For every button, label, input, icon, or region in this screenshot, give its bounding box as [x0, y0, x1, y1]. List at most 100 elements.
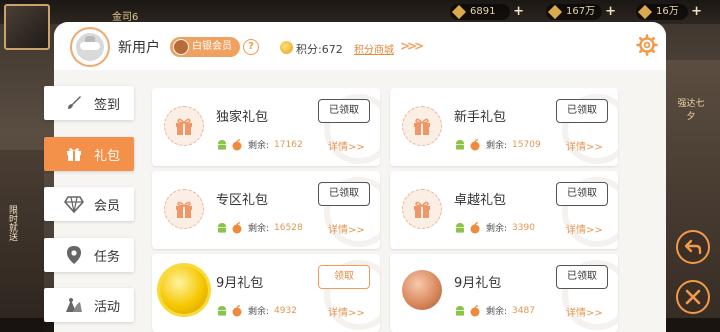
details-link[interactable]: 详情>>	[328, 304, 365, 319]
game-avatar[interactable]	[4, 4, 50, 50]
resource-counter: 6891 +	[450, 4, 524, 20]
claimed-button[interactable]: 已领取	[318, 99, 370, 123]
gift-icon	[164, 189, 204, 229]
claimed-button[interactable]: 已领取	[556, 265, 608, 289]
nav-item-vip[interactable]: 会员	[44, 187, 134, 221]
remaining-count: 17162	[274, 139, 303, 150]
gold-medal-icon	[160, 266, 208, 314]
gem-icon	[451, 4, 467, 20]
left-scene-decoration	[0, 150, 44, 332]
apple-icon	[232, 221, 242, 233]
brush-icon	[64, 93, 84, 113]
gift-icon	[402, 189, 442, 229]
add-resource-button[interactable]: +	[513, 4, 524, 20]
details-link[interactable]: 详情>>	[566, 221, 603, 236]
remaining-count: 3390	[512, 222, 535, 233]
apple-icon	[470, 221, 480, 233]
gem-icon	[547, 4, 563, 20]
gift-card: 专区礼包 已领取 剩余: 16528 详情>>	[152, 171, 380, 249]
gift-title: 专区礼包	[216, 193, 269, 208]
back-arrow-icon	[684, 239, 702, 255]
android-icon	[456, 139, 464, 150]
close-button[interactable]	[676, 280, 710, 314]
gift-card: 卓越礼包 已领取 剩余: 3390 详情>>	[390, 171, 618, 249]
claimed-button[interactable]: 已领取	[318, 182, 370, 206]
details-link[interactable]: 详情>>	[566, 138, 603, 153]
user-name: 新用户	[118, 40, 160, 56]
gear-icon[interactable]	[636, 34, 658, 56]
gift-title: 卓越礼包	[454, 193, 507, 208]
back-button[interactable]	[676, 230, 710, 264]
points-value: 积分:672	[296, 43, 343, 56]
apple-icon	[470, 138, 480, 150]
apple-icon	[232, 138, 242, 150]
platform-row: 剩余: 16528	[216, 221, 303, 234]
add-resource-button[interactable]: +	[605, 4, 616, 20]
platform-row: 剩余: 3390	[454, 221, 535, 234]
activity-icon	[64, 295, 84, 315]
gift-card: 9月礼包 领取 剩余: 4932 详情>>	[152, 254, 380, 332]
claimed-button[interactable]: 已领取	[556, 182, 608, 206]
gift-title: 9月礼包	[454, 276, 502, 291]
platform-row: 剩余: 17162	[216, 138, 303, 151]
resource-counter: 167万 +	[546, 4, 616, 20]
details-link[interactable]: 详情>>	[566, 304, 603, 319]
panel-header: 新用户 白银会员 ? 积分:672 积分商城 >>>	[54, 22, 666, 70]
nav-item-gifts[interactable]: 礼包	[44, 137, 134, 171]
remaining-label: 剩余:	[248, 307, 270, 317]
platform-row: 剩余: 15709	[454, 138, 541, 151]
android-icon	[456, 222, 464, 233]
gift-icon	[402, 106, 442, 146]
gem-icon	[637, 4, 653, 20]
coin-icon	[280, 41, 293, 54]
apple-icon	[470, 304, 480, 316]
platform-row: 剩余: 3487	[454, 304, 535, 317]
diamond-icon	[64, 194, 84, 214]
remaining-count: 16528	[274, 222, 303, 233]
gift-card: 新手礼包 已领取 剩余: 15709 详情>>	[390, 88, 618, 166]
gift-title: 独家礼包	[216, 110, 269, 125]
mall-arrows-icon: >>>	[400, 39, 424, 53]
claim-button[interactable]: 领取	[318, 265, 370, 289]
vip-medal-icon	[173, 39, 189, 55]
game-level: 金司6	[112, 12, 139, 23]
bronze-medal-icon	[402, 270, 442, 310]
apple-icon	[232, 304, 242, 316]
gift-icon	[164, 106, 204, 146]
avatar-face-icon	[76, 33, 104, 61]
gift-card: 9月礼包 已领取 剩余: 3487 详情>>	[390, 254, 618, 332]
platform-row: 剩余: 4932	[216, 304, 297, 317]
points-mall-link[interactable]: 积分商城	[354, 41, 394, 56]
android-icon	[218, 222, 226, 233]
android-icon	[456, 305, 464, 316]
right-scene-label: 强达七夕	[677, 99, 705, 122]
resource-counter: 16万 +	[636, 4, 702, 20]
remaining-count: 15709	[512, 139, 541, 150]
vip-badge[interactable]: 白银会员	[170, 37, 240, 57]
android-icon	[218, 139, 226, 150]
help-icon[interactable]: ?	[243, 39, 259, 55]
claimed-button[interactable]: 已领取	[556, 99, 608, 123]
close-icon	[685, 289, 701, 305]
avatar[interactable]	[70, 27, 110, 67]
remaining-label: 剩余:	[248, 224, 270, 234]
remaining-label: 剩余:	[486, 307, 508, 317]
remaining-count: 3487	[512, 305, 535, 316]
location-pin-icon	[64, 245, 84, 265]
remaining-label: 剩余:	[248, 141, 270, 151]
nav-item-tasks[interactable]: 任务	[44, 238, 134, 272]
left-scene-label: 限时就送	[7, 205, 17, 241]
remaining-label: 剩余:	[486, 141, 508, 151]
remaining-label: 剩余:	[486, 224, 508, 234]
details-link[interactable]: 详情>>	[328, 138, 365, 153]
gift-icon	[64, 144, 84, 164]
details-link[interactable]: 详情>>	[328, 221, 365, 236]
add-resource-button[interactable]: +	[691, 4, 702, 20]
gift-card: 独家礼包 已领取 剩余: 17162 详情>>	[152, 88, 380, 166]
gift-title: 9月礼包	[216, 276, 264, 291]
android-icon	[218, 305, 226, 316]
remaining-count: 4932	[274, 305, 297, 316]
nav-item-events[interactable]: 活动	[44, 288, 134, 322]
gift-title: 新手礼包	[454, 110, 507, 125]
nav-item-signin[interactable]: 签到	[44, 86, 134, 120]
